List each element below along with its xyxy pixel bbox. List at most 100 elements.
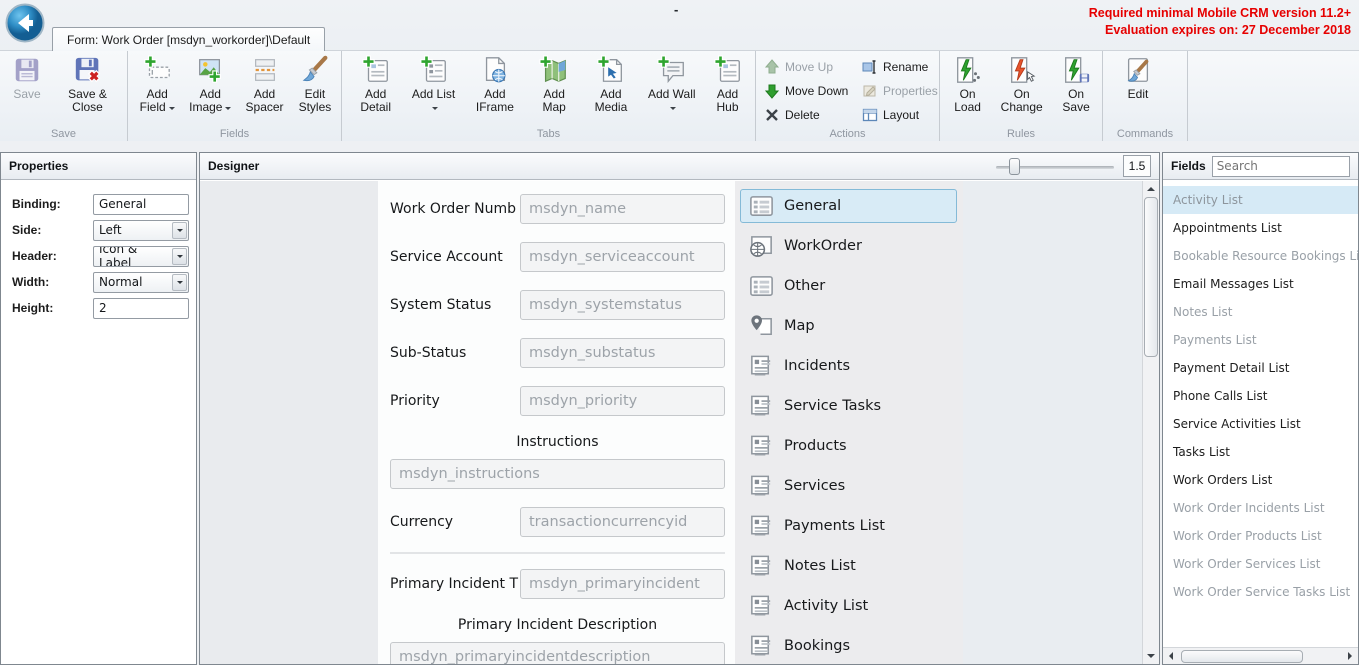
property-input[interactable]: Normal xyxy=(93,271,189,293)
field-list-item[interactable]: Work Order Products List xyxy=(1163,522,1358,550)
form-field-input[interactable]: msdyn_substatus xyxy=(520,338,725,368)
save-button[interactable]: Save xyxy=(4,52,50,101)
add-detail-button[interactable]: Add Detail xyxy=(346,52,405,114)
field-list-item[interactable]: Service Activities List xyxy=(1163,410,1358,438)
form-tab-item[interactable]: Other xyxy=(740,269,957,303)
save-close-button[interactable]: Save & Close xyxy=(50,52,125,114)
scroll-right-button[interactable] xyxy=(1342,649,1358,663)
add-wall-button[interactable]: Add Wall xyxy=(642,52,702,114)
scroll-down-button[interactable] xyxy=(1144,650,1158,662)
fields-horizontal-scrollbar[interactable] xyxy=(1163,647,1358,664)
property-input[interactable]: 2 xyxy=(93,297,189,319)
scrollbar-thumb[interactable] xyxy=(1181,649,1303,663)
property-input[interactable]: Left xyxy=(93,219,189,241)
layout-button[interactable]: Layout xyxy=(858,103,940,127)
form-tab-item[interactable]: Activity List xyxy=(740,589,957,623)
form-tab-item[interactable]: Payments List xyxy=(740,509,957,543)
rename-button[interactable]: Rename xyxy=(858,55,940,79)
add-iframe-button[interactable]: Add IFrame xyxy=(462,52,528,114)
form-field-row[interactable]: Service Account msdyn_serviceaccount xyxy=(390,242,725,272)
designer-vertical-scrollbar[interactable] xyxy=(1142,181,1159,664)
move-down-button[interactable]: Move Down xyxy=(760,79,856,103)
back-button[interactable] xyxy=(5,3,45,43)
dropdown-arrow-icon[interactable] xyxy=(172,221,187,239)
form-field-input[interactable]: msdyn_priority xyxy=(520,386,725,416)
add-media-button[interactable]: Add Media xyxy=(580,52,641,114)
field-list-item[interactable]: Tasks List xyxy=(1163,438,1358,466)
field-list-item[interactable]: Bookable Resource Bookings List xyxy=(1163,242,1358,270)
dropdown-arrow-icon[interactable] xyxy=(172,247,187,265)
form-field-row[interactable]: Sub-Status msdyn_substatus xyxy=(390,338,725,368)
form-tab[interactable]: Form: Work Order [msdyn_workorder]\Defau… xyxy=(52,27,326,51)
scroll-left-button[interactable] xyxy=(1163,649,1179,663)
layout-icon xyxy=(862,107,878,123)
form-field-input[interactable]: msdyn_systemstatus xyxy=(520,290,725,320)
on-change-button[interactable]: On Change xyxy=(991,52,1052,114)
zoom-slider-thumb[interactable] xyxy=(1009,157,1020,175)
field-list-item[interactable]: Work Order Incidents List xyxy=(1163,494,1358,522)
form-field-row[interactable]: Currency transactioncurrencyid xyxy=(390,507,725,537)
fields-search-input[interactable] xyxy=(1211,155,1350,177)
edit-commands-button[interactable]: Edit xyxy=(1115,52,1161,101)
add-list-button[interactable]: Add List xyxy=(405,52,461,114)
form-field-row[interactable]: System Status msdyn_systemstatus xyxy=(390,290,725,320)
form-field-row[interactable]: Priority msdyn_priority xyxy=(390,386,725,416)
dropdown-arrow-icon[interactable] xyxy=(172,273,187,291)
add-hub-button[interactable]: Add Hub xyxy=(702,52,753,114)
scrollbar-thumb[interactable] xyxy=(1144,197,1158,357)
ribbon-group-commands: Edit Commands xyxy=(1103,51,1188,141)
field-list-item-label: Activity List xyxy=(1173,193,1243,207)
properties-button[interactable]: Properties xyxy=(858,79,940,103)
field-list-item[interactable]: Appointments List xyxy=(1163,214,1358,242)
form-tab-list-icon xyxy=(751,475,771,495)
field-list-item[interactable]: Payments List xyxy=(1163,326,1358,354)
form-field-row[interactable]: Work Order Numb msdyn_name xyxy=(390,194,725,224)
form-tab-item[interactable]: Services xyxy=(740,469,957,503)
form-field-row[interactable]: Primary Incident T msdyn_primaryincident xyxy=(390,569,725,599)
form-field-row[interactable]: Instructions msdyn_instructions xyxy=(390,434,725,489)
form-field-input[interactable]: msdyn_serviceaccount xyxy=(520,242,725,272)
field-list-item[interactable]: Notes List xyxy=(1163,298,1358,326)
ribbon-group-save: Save Save & Close Save xyxy=(0,51,128,141)
field-list-item[interactable]: Work Orders List xyxy=(1163,466,1358,494)
add-map-button[interactable]: Add Map xyxy=(528,52,580,114)
zoom-slider[interactable] xyxy=(996,157,1114,176)
property-input[interactable]: General xyxy=(93,193,189,215)
form-tab-item[interactable]: Incidents xyxy=(740,349,957,383)
field-list-item[interactable]: Activity List xyxy=(1163,186,1358,214)
ribbon-group-actions: Move Up Move Down Delete Rename Properti… xyxy=(756,51,940,141)
form-field-row[interactable]: Primary Incident Description msdyn_prima… xyxy=(390,617,725,664)
form-tab-item[interactable]: Map xyxy=(740,309,957,343)
form-tab-item[interactable]: General xyxy=(740,189,957,223)
form-field-input[interactable]: msdyn_instructions xyxy=(390,459,725,489)
form-tab-item[interactable]: Bookings xyxy=(740,629,957,663)
add-spacer-button[interactable]: Add Spacer xyxy=(238,52,291,114)
add-field-button[interactable]: Add Field xyxy=(132,52,182,114)
form-tab-item[interactable]: Notes List xyxy=(740,549,957,583)
field-list-item[interactable]: Email Messages List xyxy=(1163,270,1358,298)
field-list-item[interactable]: Work Order Service Tasks List xyxy=(1163,578,1358,606)
edit-commands-label: Edit xyxy=(1127,87,1149,101)
field-list-item[interactable]: Phone Calls List xyxy=(1163,382,1358,410)
form-field-input[interactable]: msdyn_primaryincidentdescription xyxy=(390,642,725,664)
form-field-input[interactable]: transactioncurrencyid xyxy=(520,507,725,537)
scroll-left-icon xyxy=(1165,652,1173,660)
move-up-button[interactable]: Move Up xyxy=(760,55,856,79)
on-load-button[interactable]: On Load xyxy=(944,52,991,114)
delete-button[interactable]: Delete xyxy=(760,103,856,127)
scroll-up-button[interactable] xyxy=(1144,183,1158,195)
add-spacer-label: Add Spacer xyxy=(245,87,284,114)
form-tab-item[interactable]: Products xyxy=(740,429,957,463)
form-tab-item[interactable]: WorkOrder xyxy=(740,229,957,263)
add-field-label: Add Field xyxy=(135,88,179,114)
edit-styles-button[interactable]: Edit Styles xyxy=(291,52,339,114)
field-list-item[interactable]: Work Order Services List xyxy=(1163,550,1358,578)
form-field-input[interactable]: msdyn_name xyxy=(520,194,725,224)
form-tab-item[interactable]: Service Tasks xyxy=(740,389,957,423)
on-save-button[interactable]: On Save xyxy=(1052,52,1100,114)
form-field-row[interactable] xyxy=(390,552,725,554)
field-list-item[interactable]: Payment Detail List xyxy=(1163,354,1358,382)
form-field-input[interactable]: msdyn_primaryincident xyxy=(520,569,725,599)
property-input[interactable]: Icon & Label xyxy=(93,245,189,267)
add-image-button[interactable]: Add Image xyxy=(182,52,238,114)
